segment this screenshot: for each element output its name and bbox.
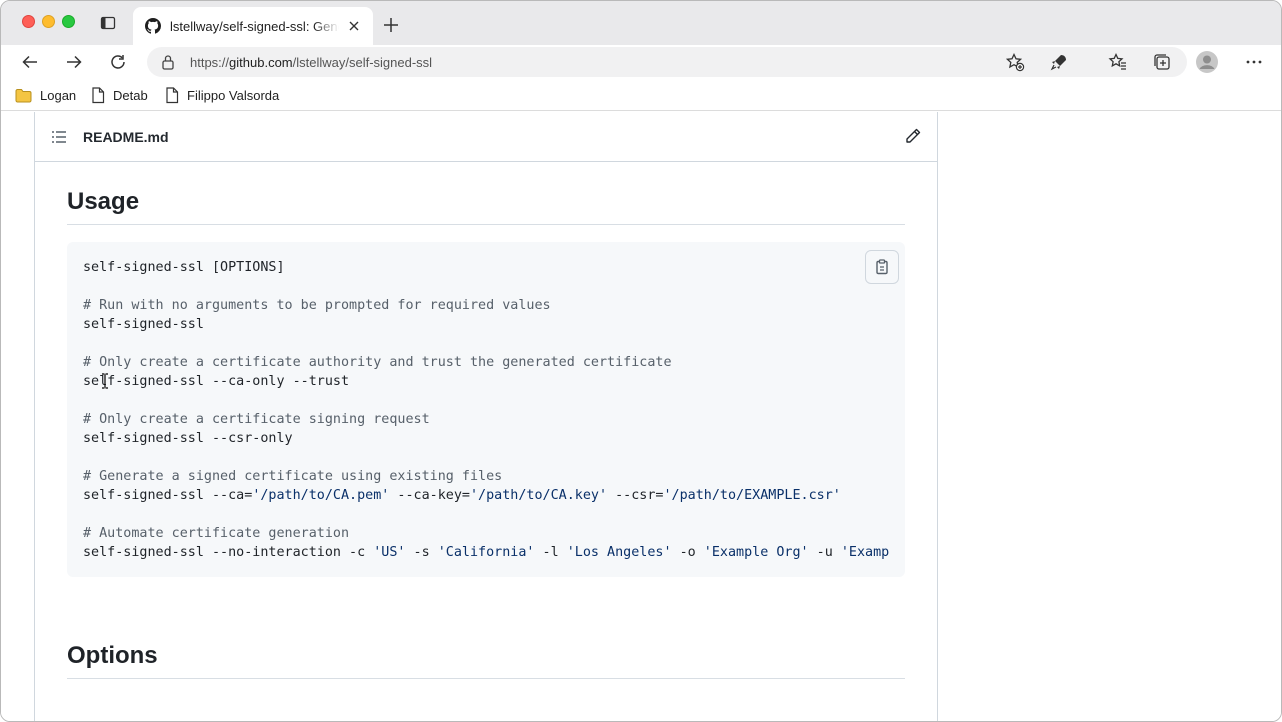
code-line: --csr=: [607, 488, 664, 503]
page-content: README.md Usage self-signed-ssl [OPTIONS…: [1, 112, 1281, 721]
code-string: 'Los Angeles': [566, 545, 672, 560]
favorite-label: Filippo Valsorda: [187, 87, 280, 103]
favorite-label: Logan: [40, 87, 77, 103]
url-host: github.com: [229, 55, 293, 70]
tab-actions-icon[interactable]: [100, 15, 118, 31]
favorite-detab[interactable]: Detab: [91, 85, 148, 105]
favorites-bar: Logan Detab Filippo Valsorda: [1, 79, 1281, 111]
url-text[interactable]: https://github.com/lstellway/self-signed…: [190, 55, 432, 70]
minimize-window-button[interactable]: [42, 15, 55, 28]
usage-code-block: self-signed-ssl [OPTIONS] ​ # Run with n…: [67, 242, 905, 577]
code-content[interactable]: self-signed-ssl [OPTIONS] ​ # Run with n…: [83, 258, 889, 562]
options-heading: Options: [67, 642, 905, 679]
code-comment: # Only create a certificate authority an…: [83, 355, 672, 370]
code-line: self-signed-ssl [OPTIONS]: [83, 260, 285, 275]
readme-filename[interactable]: README.md: [83, 129, 169, 145]
code-line: -u: [808, 545, 841, 560]
code-line: self-signed-ssl --csr-only: [83, 431, 293, 446]
code-line: self-signed-ssl --ca-only --trust: [83, 374, 350, 389]
code-string: '/path/to/EXAMPLE.csr': [663, 488, 841, 503]
code-line: self-signed-ssl --ca=: [83, 488, 253, 503]
tab-github[interactable]: lstellway/self-signed-ssl: Generate self…: [133, 7, 373, 45]
reload-icon[interactable]: [107, 51, 129, 73]
text-cursor-icon: [102, 373, 108, 389]
tab-title: lstellway/self-signed-ssl: Generate self…: [170, 18, 339, 34]
extension-icon[interactable]: [1048, 51, 1070, 73]
code-string: 'Examp: [840, 545, 890, 560]
code-string: 'Example Org': [703, 545, 809, 560]
code-comment: # Only create a certificate signing requ…: [83, 412, 430, 427]
new-tab-icon[interactable]: [382, 16, 400, 34]
forward-icon[interactable]: [63, 51, 85, 73]
code-line: -s: [405, 545, 438, 560]
edit-pencil-icon[interactable]: [905, 128, 921, 144]
page-icon: [166, 86, 179, 103]
code-string: '/path/to/CA.key': [470, 488, 608, 503]
code-line: --ca-key=: [389, 488, 470, 503]
code-string: 'US': [373, 545, 406, 560]
code-line: -l: [534, 545, 567, 560]
outline-list-icon[interactable]: [51, 129, 67, 145]
favorite-logan[interactable]: Logan: [15, 85, 76, 105]
url-path: /lstellway/self-signed-ssl: [292, 55, 433, 70]
code-string: '/path/to/CA.pem': [252, 488, 390, 503]
favorite-filippo-valsorda[interactable]: Filippo Valsorda: [165, 85, 279, 105]
usage-heading: Usage: [67, 188, 905, 225]
profile-avatar-icon[interactable]: [1196, 51, 1218, 73]
page-icon: [92, 86, 105, 103]
code-comment: # Automate certificate generation: [83, 526, 350, 541]
code-string: 'California': [437, 545, 535, 560]
readme-panel: README.md Usage self-signed-ssl [OPTIONS…: [34, 112, 938, 721]
collections-icon[interactable]: [1151, 51, 1173, 73]
back-icon[interactable]: [19, 51, 41, 73]
browser-toolbar: https://github.com/lstellway/self-signed…: [1, 45, 1281, 79]
more-menu-icon[interactable]: [1243, 51, 1265, 73]
favorites-icon[interactable]: [1107, 51, 1129, 73]
copy-button[interactable]: [865, 250, 899, 284]
folder-icon: [15, 88, 32, 102]
close-window-button[interactable]: [22, 15, 35, 28]
github-icon: [145, 18, 161, 34]
readme-header: README.md: [35, 112, 937, 162]
lock-icon[interactable]: [161, 54, 175, 70]
add-favorite-icon[interactable]: [1005, 52, 1025, 72]
maximize-window-button[interactable]: [62, 15, 75, 28]
close-tab-icon[interactable]: [345, 17, 363, 35]
url-prefix: https://: [190, 55, 230, 70]
clipboard-icon: [876, 259, 888, 275]
favorite-label: Detab: [113, 87, 148, 103]
address-bar[interactable]: https://github.com/lstellway/self-signed…: [147, 47, 1187, 77]
code-line: -o: [671, 545, 704, 560]
code-comment: # Run with no arguments to be prompted f…: [83, 298, 551, 313]
code-line: self-signed-ssl --no-interaction -c: [83, 545, 374, 560]
browser-window: lstellway/self-signed-ssl: Generate self…: [0, 0, 1282, 722]
code-comment: # Generate a signed certificate using ex…: [83, 469, 503, 484]
code-line: self-signed-ssl: [83, 317, 204, 332]
tab-strip: lstellway/self-signed-ssl: Generate self…: [1, 1, 1281, 45]
